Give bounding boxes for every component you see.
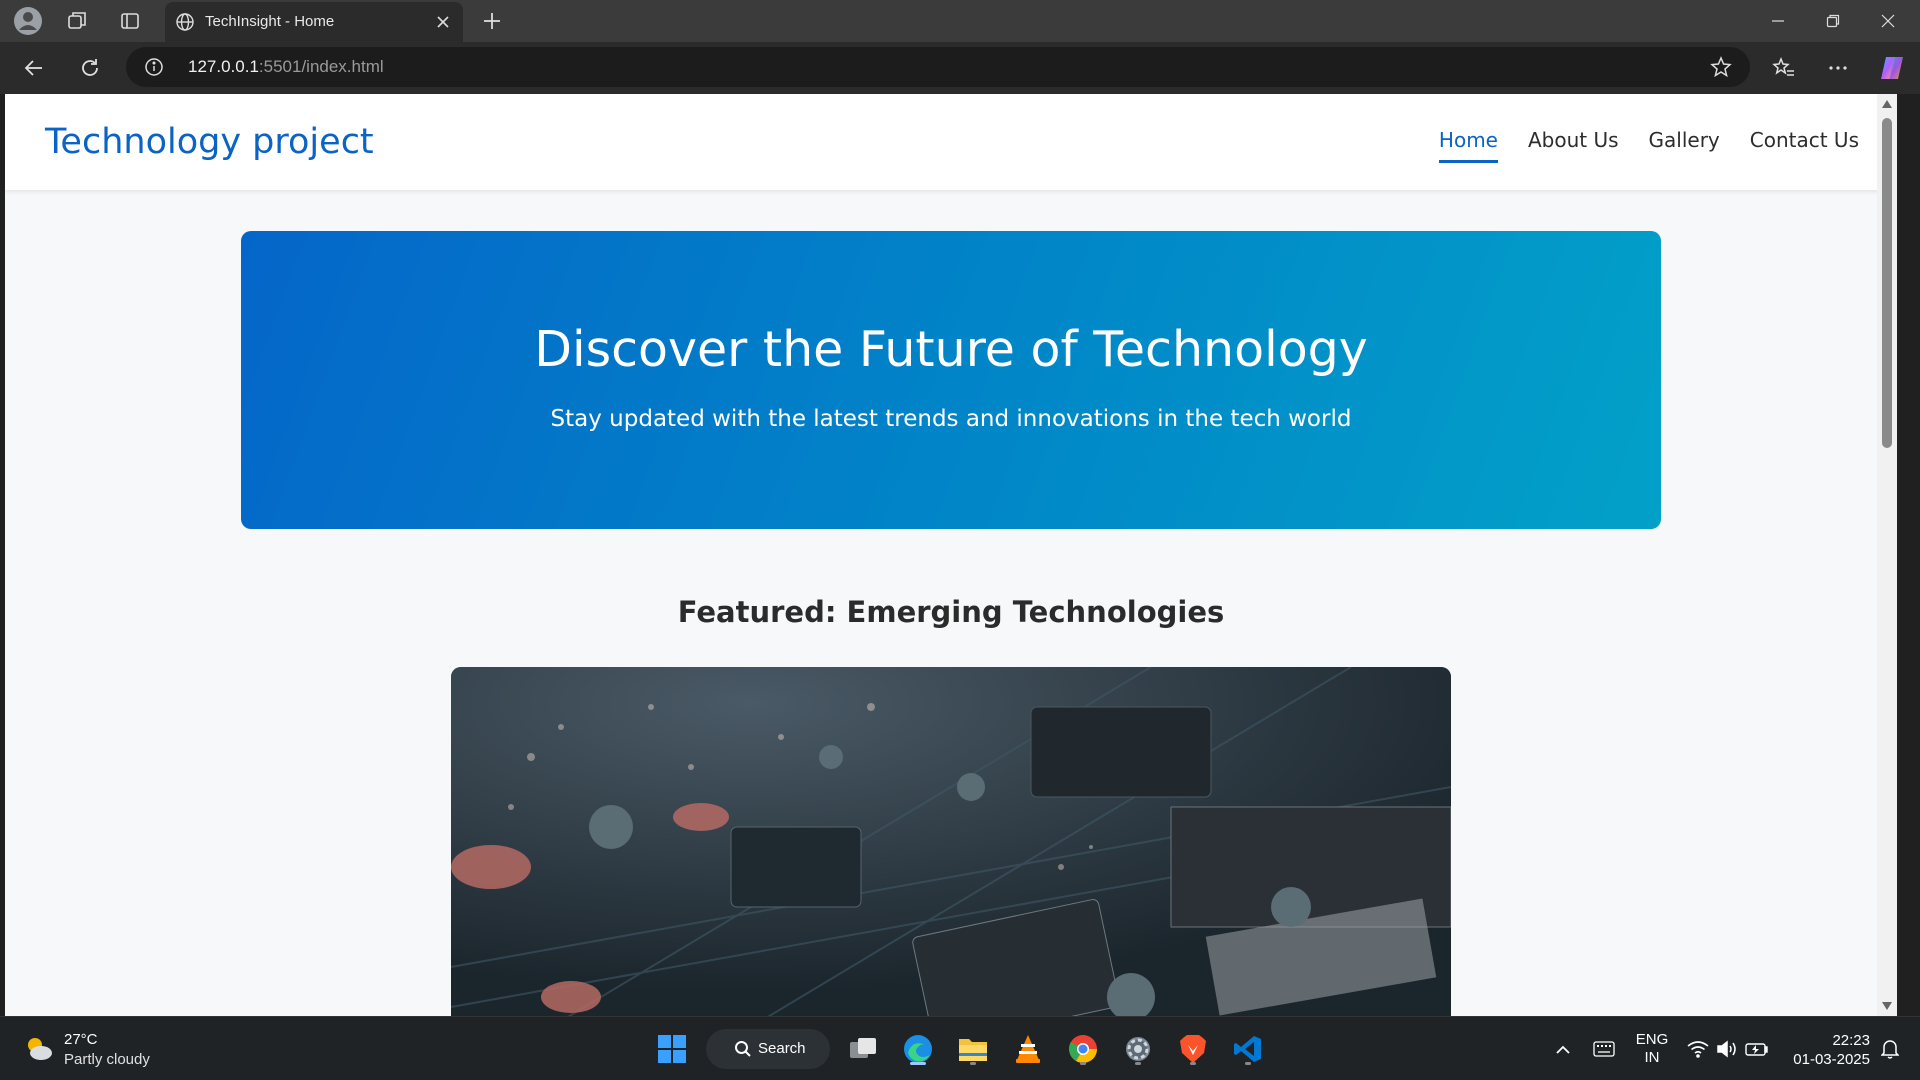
battery-charging-icon[interactable] (1742, 1017, 1772, 1080)
browser-titlebar: TechInsight - Home (0, 0, 1920, 42)
restore-icon[interactable] (1813, 5, 1853, 37)
close-window-icon[interactable] (1868, 5, 1908, 37)
notification-bell-icon[interactable] (1876, 1017, 1904, 1080)
more-options-icon[interactable] (1822, 52, 1854, 84)
browser-toolbar: 127.0.0.1:5501/index.html (0, 42, 1920, 94)
windows-taskbar: 27°C Partly cloudy Search ENG IN 22:23 0… (0, 1016, 1920, 1080)
nav-gallery[interactable]: Gallery (1649, 128, 1720, 163)
hero-subtitle: Stay updated with the latest trends and … (550, 406, 1352, 432)
scroll-thumb[interactable] (1882, 118, 1892, 448)
page-scrollbar[interactable] (1877, 94, 1897, 1016)
address-bar[interactable]: 127.0.0.1:5501/index.html (126, 47, 1750, 87)
weather-description[interactable]: Partly cloudy (64, 1051, 150, 1068)
file-explorer-icon[interactable] (953, 1029, 993, 1069)
edge-browser-icon[interactable] (898, 1029, 938, 1069)
hero-title: Discover the Future of Technology (534, 321, 1368, 378)
back-icon[interactable] (18, 52, 50, 84)
system-clock[interactable]: 22:23 01-03-2025 (1780, 1031, 1870, 1069)
clock-time: 22:23 (1832, 1032, 1870, 1049)
minimize-icon[interactable] (1758, 5, 1798, 37)
page-viewport: Technology project Home About Us Gallery… (5, 94, 1897, 1016)
workspaces-icon[interactable] (62, 5, 94, 37)
task-view-icon[interactable] (843, 1029, 883, 1069)
site-header: Technology project Home About Us Gallery… (5, 94, 1897, 190)
nav-home[interactable]: Home (1438, 128, 1498, 163)
hero-banner: Discover the Future of Technology Stay u… (241, 231, 1661, 529)
show-hidden-icons-chevron-up-icon[interactable] (1548, 1017, 1578, 1080)
region-code: IN (1644, 1049, 1660, 1066)
nav-contact-us[interactable]: Contact Us (1750, 128, 1859, 163)
vscode-icon[interactable] (1228, 1029, 1268, 1069)
refresh-icon[interactable] (74, 52, 106, 84)
taskbar-search[interactable]: Search (706, 1029, 830, 1069)
url-host: 127.0.0.1 (188, 57, 259, 76)
vlc-icon[interactable] (1008, 1029, 1048, 1069)
volume-icon[interactable] (1713, 1017, 1741, 1080)
language-code: ENG (1635, 1031, 1669, 1048)
main-nav: Home About Us Gallery Contact Us (1438, 128, 1859, 163)
featured-title: Featured: Emerging Technologies (677, 595, 1225, 629)
start-windows-icon[interactable] (652, 1029, 692, 1069)
partly-cloudy-icon[interactable] (22, 1033, 54, 1065)
tab-title: TechInsight - Home (205, 13, 335, 30)
settings-gear-icon[interactable] (1118, 1029, 1158, 1069)
site-info-icon[interactable] (144, 57, 164, 77)
chrome-icon[interactable] (1063, 1029, 1103, 1069)
brave-browser-icon[interactable] (1173, 1029, 1213, 1069)
browser-tab-active[interactable]: TechInsight - Home (165, 2, 463, 42)
close-tab-icon[interactable] (433, 12, 453, 32)
search-icon (735, 1041, 751, 1057)
nav-about-us[interactable]: About Us (1528, 128, 1619, 163)
search-label: Search (758, 1040, 806, 1057)
favorites-icon[interactable] (1768, 52, 1800, 84)
site-brand[interactable]: Technology project (45, 122, 374, 162)
vertical-tabs-icon[interactable] (114, 5, 146, 37)
circuit-board-image (451, 667, 1451, 1016)
scroll-down-icon[interactable] (1882, 1002, 1892, 1010)
scroll-up-icon[interactable] (1882, 100, 1892, 108)
weather-temperature[interactable]: 27°C (64, 1031, 98, 1048)
keyboard-icon[interactable] (1588, 1017, 1620, 1080)
profile-icon[interactable] (12, 5, 44, 37)
clock-date: 01-03-2025 (1793, 1051, 1870, 1068)
copilot-icon[interactable] (1876, 52, 1908, 84)
url-text: 127.0.0.1:5501/index.html (188, 57, 384, 77)
wifi-icon[interactable] (1684, 1017, 1712, 1080)
globe-icon (176, 13, 194, 31)
url-path: :5501/index.html (258, 57, 384, 76)
favorite-star-icon[interactable] (1710, 56, 1732, 78)
new-tab-icon[interactable] (476, 5, 508, 37)
language-indicator[interactable]: ENG IN (1630, 1031, 1674, 1067)
